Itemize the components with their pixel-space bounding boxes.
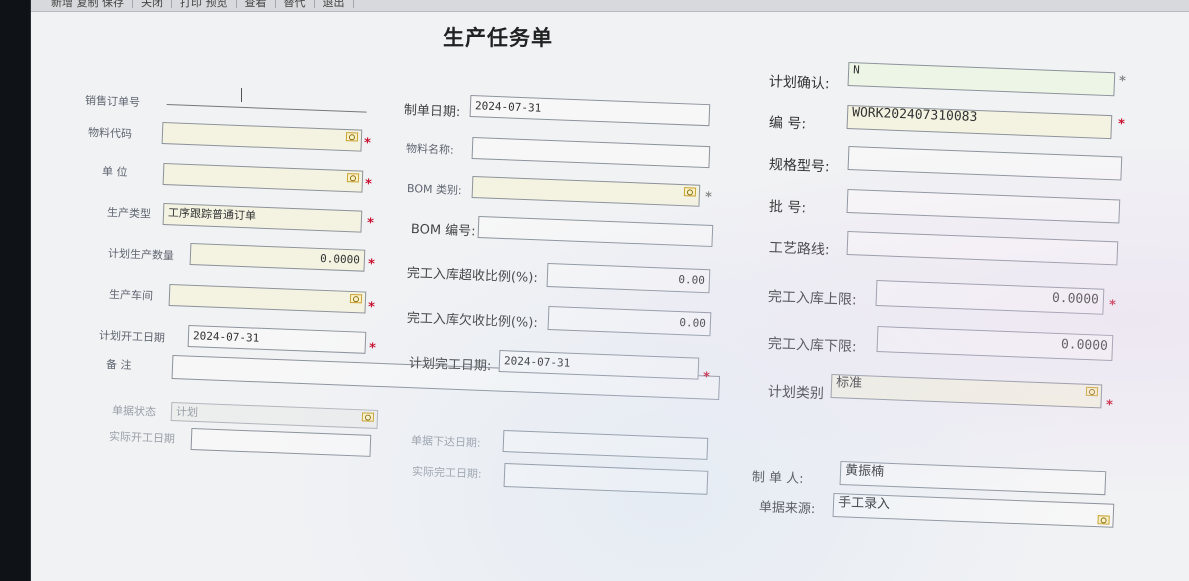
spec-model-input[interactable]	[847, 146, 1123, 181]
planned-qty-required-mark: *	[367, 256, 376, 273]
number-required-mark: *	[1117, 116, 1126, 133]
toolbar-substitute-button[interactable]: 替代	[284, 0, 315, 8]
issue-date-label: 单据下达日期:	[410, 434, 481, 450]
plan-confirm-required-mark: *	[1118, 73, 1127, 90]
toolbar-new-copy-save-button[interactable]: 新增 复制 保存	[51, 0, 133, 8]
material-code-label: 物料代码	[87, 126, 133, 141]
doc-source-input[interactable]: 手工录入	[832, 493, 1115, 528]
under-receipt-input[interactable]: 0.00	[547, 306, 712, 337]
routing-label: 工艺路线:	[768, 240, 830, 259]
creator-label: 制 单 人:	[751, 470, 804, 487]
doc-status-label: 单据状态	[111, 404, 157, 419]
bom-category-lookup-icon[interactable]	[683, 187, 697, 197]
receipt-lower-input[interactable]: 0.0000	[876, 326, 1114, 362]
number-label: 编 号:	[768, 115, 807, 133]
planned-start-label: 计划开工日期	[98, 329, 166, 345]
actual-start-input[interactable]	[190, 428, 372, 457]
planned-start-required-mark: *	[368, 340, 377, 357]
planned-finish-label: 计划完工日期:	[408, 356, 492, 375]
plan-confirm-input[interactable]: N	[847, 62, 1116, 97]
doc-status-value: 计划	[175, 405, 199, 420]
toolbar-print-preview-button[interactable]: 打印 预览	[180, 0, 237, 8]
unit-required-mark: *	[364, 176, 373, 193]
bom-category-required-mark: *	[704, 189, 713, 206]
created-date-input[interactable]: 2024-07-31	[469, 95, 711, 127]
creator-input[interactable]: 黄振楠	[839, 461, 1107, 496]
bom-no-input[interactable]	[477, 216, 714, 248]
unit-input[interactable]	[162, 163, 364, 193]
receipt-upper-required-mark: *	[1108, 297, 1117, 314]
window: 新增 复制 保存 关闭 打印 预览 查看 替代 退出 生产任务单 销售订单号 物…	[30, 0, 1189, 581]
workshop-lookup-icon[interactable]	[349, 293, 363, 304]
sales-order-no-label: 销售订单号	[84, 94, 141, 110]
material-code-lookup-icon[interactable]	[345, 132, 359, 142]
over-receipt-label: 完工入库超收比例(%):	[406, 266, 539, 287]
toolbar-close-button[interactable]: 关闭	[141, 0, 172, 8]
receipt-upper-input[interactable]: 0.0000	[875, 280, 1105, 315]
workshop-required-mark: *	[367, 299, 376, 316]
bom-no-label: BOM 编号:	[410, 222, 476, 240]
actual-start-label: 实际开工日期	[108, 430, 176, 446]
doc-source-lookup-icon[interactable]	[1097, 515, 1110, 525]
over-receipt-input[interactable]: 0.00	[546, 263, 711, 294]
toolbar: 新增 复制 保存 关闭 打印 预览 查看 替代 退出	[31, 0, 1189, 12]
plan-category-label: 计划类别	[767, 384, 825, 403]
material-code-required-mark: *	[363, 135, 372, 152]
batch-no-input[interactable]	[846, 189, 1121, 224]
toolbar-view-button[interactable]: 查看	[245, 0, 276, 8]
form-title: 生产任务单	[443, 25, 553, 50]
planned-start-input[interactable]: 2024-07-31	[187, 325, 367, 354]
plan-confirm-label: 计划确认:	[768, 74, 830, 93]
planned-finish-required-mark: *	[702, 369, 711, 386]
bom-category-label: BOM 类别:	[406, 182, 462, 198]
plan-category-lookup-icon[interactable]	[1085, 386, 1099, 397]
plan-category-input[interactable]: 标准	[830, 374, 1103, 409]
unit-lookup-icon[interactable]	[346, 173, 360, 183]
actual-finish-input[interactable]	[503, 463, 709, 495]
receipt-lower-label: 完工入库下限:	[767, 336, 857, 356]
material-name-input[interactable]	[471, 137, 711, 169]
plan-category-value: 标准	[835, 375, 863, 392]
doc-source-value: 手工录入	[837, 495, 891, 513]
under-receipt-label: 完工入库欠收比例(%):	[406, 311, 539, 332]
planned-qty-label: 计划生产数量	[107, 247, 175, 263]
doc-status-lookup-icon	[361, 412, 375, 422]
production-type-label: 生产类型	[106, 206, 152, 221]
doc-status-input: 计划	[170, 402, 379, 429]
production-type-required-mark: *	[366, 215, 375, 232]
material-name-label: 物料名称:	[405, 142, 454, 157]
plan-category-required-mark: *	[1105, 397, 1114, 414]
production-type-input[interactable]: 工序跟踪普通订单	[162, 203, 363, 233]
created-date-label: 制单日期:	[403, 103, 461, 121]
workshop-input[interactable]	[168, 284, 367, 314]
toolbar-exit-button[interactable]: 退出	[323, 0, 354, 8]
remarks-label: 备 注	[105, 358, 132, 372]
material-code-input[interactable]	[161, 122, 363, 152]
sales-order-no-input[interactable]	[166, 89, 368, 113]
receipt-upper-label: 完工入库上限:	[767, 289, 857, 309]
planned-qty-input[interactable]: 0.0000	[189, 243, 366, 272]
batch-no-label: 批 号:	[768, 199, 807, 217]
bom-category-input[interactable]	[471, 176, 701, 207]
text-cursor-icon	[241, 88, 242, 102]
issue-date-input[interactable]	[502, 430, 709, 460]
workshop-label: 生产车间	[108, 288, 154, 303]
actual-finish-label: 实际完工日期:	[411, 465, 482, 481]
routing-input[interactable]	[846, 231, 1119, 266]
spec-model-label: 规格型号:	[768, 157, 830, 176]
unit-label: 单 位	[101, 165, 128, 179]
number-input[interactable]: WORK202407310083	[846, 105, 1113, 140]
doc-source-label: 单据来源:	[758, 500, 816, 518]
